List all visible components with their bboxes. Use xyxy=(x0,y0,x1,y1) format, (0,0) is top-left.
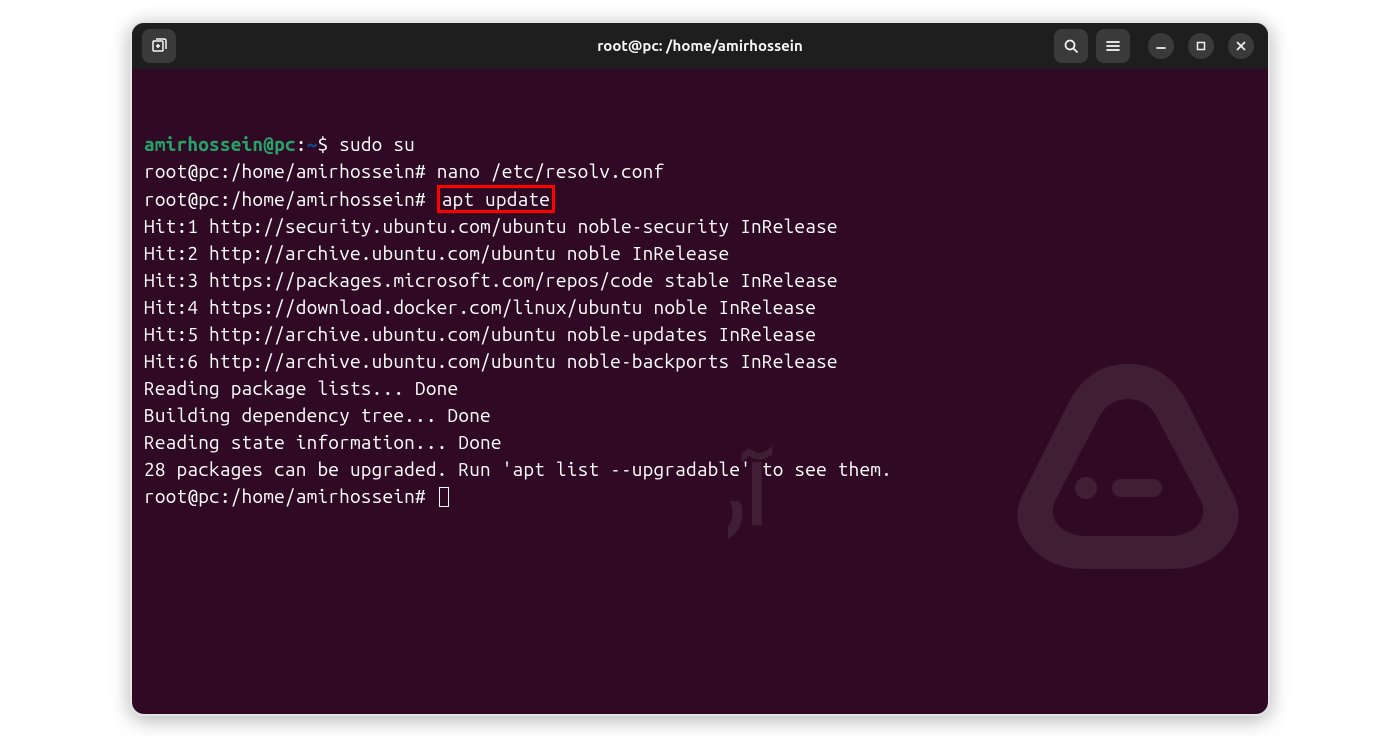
hamburger-icon xyxy=(1105,38,1121,54)
prompt-symbol: $ xyxy=(317,133,339,155)
terminal-window: root@pc: /home/amirhossein xyxy=(130,21,1270,716)
command-text: sudo su xyxy=(339,133,415,155)
prompt-path: ~ xyxy=(307,133,318,155)
close-button[interactable] xyxy=(1228,33,1254,59)
output-line: Hit:5 http://archive.ubuntu.com/ubuntu n… xyxy=(144,321,1256,348)
terminal-line: root@pc:/home/amirhossein# apt update xyxy=(144,185,1256,213)
prompt-user: amirhossein@pc xyxy=(144,133,296,155)
titlebar: root@pc: /home/amirhossein xyxy=(132,23,1268,69)
window-controls xyxy=(1148,33,1254,59)
root-prompt: root@pc:/home/amirhossein# xyxy=(144,485,437,507)
minimize-icon xyxy=(1156,41,1166,51)
terminal-line: root@pc:/home/amirhossein# xyxy=(144,483,1256,510)
output-line: Building dependency tree... Done xyxy=(144,402,1256,429)
search-icon xyxy=(1063,38,1079,54)
output-line: Hit:6 http://archive.ubuntu.com/ubuntu n… xyxy=(144,348,1256,375)
search-button[interactable] xyxy=(1054,29,1088,63)
menu-button[interactable] xyxy=(1096,29,1130,63)
terminal-line: root@pc:/home/amirhossein# nano /etc/res… xyxy=(144,158,1256,185)
minimize-button[interactable] xyxy=(1148,33,1174,59)
titlebar-right xyxy=(1054,29,1258,63)
maximize-button[interactable] xyxy=(1188,33,1214,59)
titlebar-left xyxy=(142,29,176,63)
output-line: Hit:2 http://archive.ubuntu.com/ubuntu n… xyxy=(144,240,1256,267)
command-text: apt update xyxy=(442,188,550,210)
new-tab-icon xyxy=(151,38,167,54)
close-icon xyxy=(1236,41,1246,51)
highlighted-command: apt update xyxy=(437,185,555,213)
cursor xyxy=(439,487,449,507)
root-prompt: root@pc:/home/amirhossein# xyxy=(144,160,437,182)
output-line: 28 packages can be upgraded. Run 'apt li… xyxy=(144,456,1256,483)
output-line: Hit:4 https://download.docker.com/linux/… xyxy=(144,294,1256,321)
output-line: Reading package lists... Done xyxy=(144,375,1256,402)
output-line: Hit:3 https://packages.microsoft.com/rep… xyxy=(144,267,1256,294)
terminal-body[interactable]: amirhossein@pc:~$ sudo suroot@pc:/home/a… xyxy=(132,69,1268,714)
terminal-line: amirhossein@pc:~$ sudo su xyxy=(144,131,1256,158)
output-line: Reading state information... Done xyxy=(144,429,1256,456)
command-text: nano /etc/resolv.conf xyxy=(437,160,665,182)
maximize-icon xyxy=(1196,41,1206,51)
root-prompt: root@pc:/home/amirhossein# xyxy=(144,188,437,210)
prompt-separator: : xyxy=(296,133,307,155)
window-title: root@pc: /home/amirhossein xyxy=(597,37,802,54)
output-line: Hit:1 http://security.ubuntu.com/ubuntu … xyxy=(144,213,1256,240)
new-tab-button[interactable] xyxy=(142,29,176,63)
